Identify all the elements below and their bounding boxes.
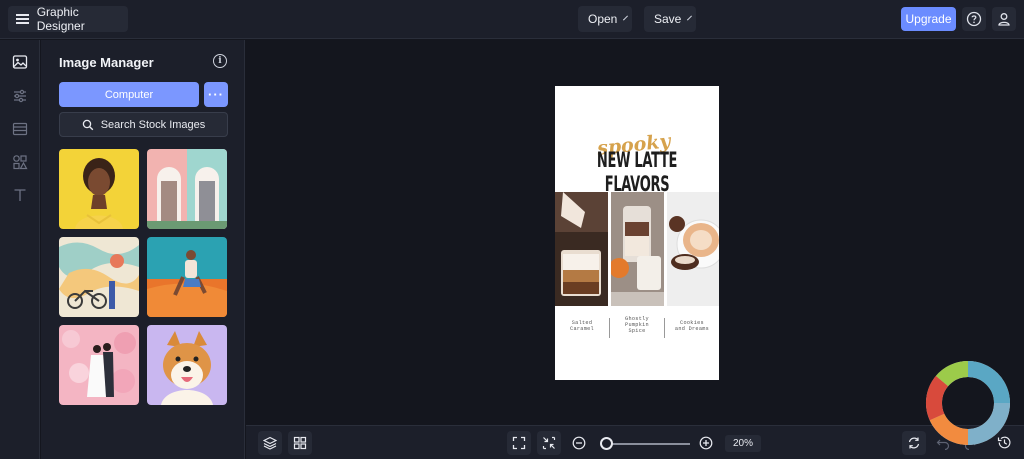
save-menu-label: Save — [654, 12, 682, 26]
sliders-icon — [14, 89, 26, 103]
thumbnail-doors[interactable] — [147, 149, 227, 229]
text-icon — [14, 189, 26, 201]
design-photo-caramel[interactable] — [555, 192, 608, 306]
rail-background[interactable] — [11, 120, 29, 138]
brand-ring-icon — [925, 360, 1010, 445]
design-document[interactable]: spooky NEW LATTE FLAVORS Salted Caramel … — [555, 86, 719, 380]
expand-icon — [512, 436, 526, 450]
design-photo-cookies[interactable] — [667, 192, 719, 306]
info-icon[interactable]: i — [213, 54, 227, 68]
fit-screen-button[interactable] — [507, 431, 531, 455]
caption-caramel[interactable]: Salted Caramel — [555, 320, 609, 332]
portrait-image — [59, 149, 139, 229]
zoom-slider-track[interactable] — [602, 443, 690, 445]
sand-image — [147, 237, 227, 317]
thumbnail-mural[interactable] — [59, 237, 139, 317]
thumbnail-wedding[interactable] — [59, 325, 139, 405]
zoom-out-button[interactable] — [572, 436, 586, 455]
wedding-image — [59, 325, 139, 405]
chevron-down-icon — [687, 15, 693, 20]
layers-icon — [263, 436, 277, 450]
actual-size-button[interactable] — [537, 431, 561, 455]
main-menu-button[interactable]: Graphic Designer — [8, 5, 128, 33]
zoom-slider-handle[interactable] — [600, 437, 614, 450]
open-menu-label: Open — [588, 12, 618, 26]
refresh-icon — [908, 437, 920, 449]
zoom-in-icon — [699, 436, 713, 450]
thumbnail-portrait[interactable] — [59, 149, 139, 229]
caption-pumpkin[interactable]: Ghostly Pumpkin Spice — [610, 316, 664, 334]
search-icon — [82, 119, 94, 130]
caption-line: and Dreams — [674, 326, 710, 332]
help-button[interactable] — [962, 7, 986, 31]
background-icon — [12, 122, 28, 136]
grid-button[interactable] — [288, 431, 312, 455]
shapes-icon — [13, 155, 28, 170]
latte-pumpkin-image — [611, 192, 664, 306]
image-icon — [12, 55, 28, 69]
grid-icon — [293, 436, 307, 450]
thumbnail-sand[interactable] — [147, 237, 227, 317]
open-menu[interactable]: Open — [578, 6, 632, 32]
mural-image — [59, 237, 139, 317]
caption-line: Spice — [628, 328, 646, 334]
rail-text[interactable] — [11, 186, 29, 204]
search-stock-label: Search Stock Images — [100, 118, 206, 131]
canvas-stage: spooky NEW LATTE FLAVORS Salted Caramel … — [246, 40, 1024, 424]
help-icon — [966, 11, 982, 27]
latte-cookies-image — [667, 192, 719, 306]
hamburger-icon — [16, 14, 29, 24]
tool-rail — [0, 40, 40, 459]
bottom-toolbar: 20% — [246, 425, 1024, 459]
zoom-in-button[interactable] — [699, 436, 713, 455]
layers-button[interactable] — [258, 431, 282, 455]
thumbnail-dog[interactable] — [147, 325, 227, 405]
chevron-down-icon — [623, 15, 629, 20]
rail-shapes[interactable] — [11, 153, 29, 171]
top-bar: Graphic Designer Open Save Upgrade — [0, 0, 1024, 39]
search-stock-images-button[interactable]: Search Stock Images — [59, 112, 228, 137]
design-headline[interactable]: NEW LATTE FLAVORS — [586, 148, 688, 196]
design-photo-pumpkin[interactable] — [611, 192, 664, 306]
image-manager-panel: Image Manager i Computer ··· Search Stoc… — [41, 40, 245, 459]
caption-line: Caramel — [570, 326, 594, 332]
account-button[interactable] — [992, 7, 1016, 31]
rail-adjust[interactable] — [11, 87, 29, 105]
more-options-button[interactable]: ··· — [204, 82, 228, 107]
upgrade-button[interactable]: Upgrade — [901, 7, 956, 31]
doors-image — [147, 149, 227, 229]
caption-cookies[interactable]: Cookies and Dreams — [665, 320, 719, 332]
shiba-image — [147, 325, 227, 405]
zoom-level[interactable]: 20% — [725, 435, 761, 452]
collapse-icon — [542, 436, 556, 450]
zoom-out-icon — [572, 436, 586, 450]
upload-computer-button[interactable]: Computer — [59, 82, 199, 107]
panel-title: Image Manager — [59, 55, 154, 70]
rail-images[interactable] — [11, 53, 29, 71]
user-icon — [998, 13, 1010, 26]
latte-caramel-image — [555, 192, 608, 306]
app-title: Graphic Designer — [36, 5, 85, 33]
save-menu[interactable]: Save — [644, 6, 696, 32]
